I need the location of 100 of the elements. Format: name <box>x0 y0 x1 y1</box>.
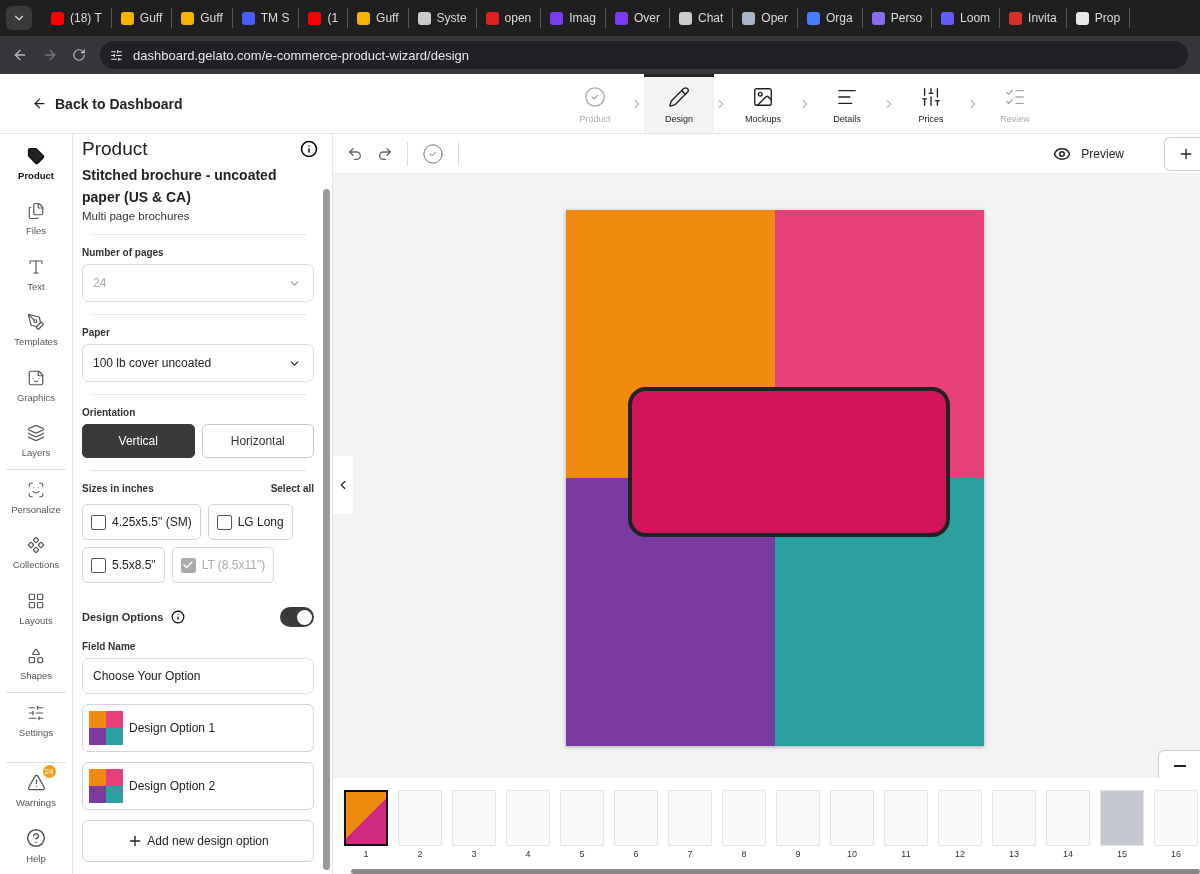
browser-tab[interactable]: Guff <box>111 8 173 28</box>
browser-tab[interactable]: (18) T <box>42 8 112 28</box>
info-icon[interactable] <box>300 140 318 158</box>
sidebar-item[interactable]: Layers <box>0 413 72 469</box>
page-thumbnail[interactable]: 1 <box>343 790 389 859</box>
diamond-grid-icon <box>27 536 45 555</box>
page-thumbnail[interactable]: 2 <box>397 790 443 859</box>
browser-tab[interactable]: TM S <box>232 8 300 28</box>
page-thumbnail[interactable]: 7 <box>667 790 713 859</box>
picture-icon <box>752 86 774 108</box>
sidebar-item[interactable]: Layouts <box>0 581 72 637</box>
page-number: 2 <box>417 849 423 859</box>
design-option-card[interactable]: Design Option 1 <box>82 704 314 752</box>
sidebar-item[interactable]: Files <box>0 191 72 247</box>
sidebar-item[interactable]: Shapes <box>0 636 72 692</box>
preview-button[interactable]: Preview <box>1047 143 1130 164</box>
page-number: 8 <box>741 849 747 859</box>
page-thumbnail[interactable]: 8 <box>721 790 767 859</box>
orientation-button[interactable]: Vertical <box>82 424 195 458</box>
page-thumbnail[interactable]: 5 <box>559 790 605 859</box>
page-number: 5 <box>579 849 585 859</box>
sidebar-item[interactable]: Templates <box>0 302 72 358</box>
thumbnail-image <box>89 711 123 745</box>
warning-icon <box>26 773 46 793</box>
field-label: Field Name <box>82 641 137 652</box>
sidebar-item[interactable]: Help <box>0 818 72 874</box>
paper-dropdown[interactable]: 100 lb cover uncoated <box>82 344 314 382</box>
redo-icon[interactable] <box>377 145 393 162</box>
wizard-step-tab[interactable]: Details <box>812 74 882 133</box>
page-number: 10 <box>847 849 857 859</box>
page-number: 7 <box>687 849 693 859</box>
sidebar-item[interactable]: Text <box>0 247 72 303</box>
page-thumbnail[interactable]: 4 <box>505 790 551 859</box>
field-label: Number of pages <box>82 247 165 258</box>
back-link[interactable]: Back to Dashboard <box>0 74 560 133</box>
add-button[interactable] <box>1164 136 1200 171</box>
sidebar-item[interactable]: Product <box>0 136 72 192</box>
page-number: 12 <box>955 849 965 859</box>
pen-tool-icon <box>27 313 45 332</box>
browser-tab[interactable]: Guff <box>172 8 233 28</box>
minus-icon <box>1173 765 1186 767</box>
browser-tab[interactable]: open <box>476 8 542 28</box>
files-icon <box>27 202 45 221</box>
thumbnail-image <box>89 769 123 803</box>
page-number: 6 <box>633 849 639 859</box>
back-icon[interactable] <box>12 47 28 63</box>
check-circle-icon[interactable] <box>422 142 444 165</box>
check-circle-icon <box>584 86 606 108</box>
add-option-button[interactable]: Add new design option <box>82 820 314 862</box>
page-thumbnail[interactable]: 15 <box>1099 790 1145 859</box>
page-thumbnail[interactable]: 9 <box>775 790 821 859</box>
layout-grid-icon <box>27 591 45 610</box>
browser-tab[interactable]: Guff <box>348 8 409 28</box>
browser-tab[interactable]: Imag <box>541 8 606 28</box>
input-field[interactable]: Choose Your Option <box>82 658 314 694</box>
design-option-card[interactable]: Design Option 2 <box>82 762 314 810</box>
wizard-step-tab[interactable]: Mockups <box>728 74 798 133</box>
orientation-button[interactable]: Horizontal <box>201 424 314 458</box>
field-label: Orientation <box>82 407 137 418</box>
forward-icon[interactable] <box>42 47 58 63</box>
size-checkbox[interactable]: 4.25x5.5" (SM) <box>82 504 201 540</box>
size-checkbox[interactable]: 5.5x8.5" <box>82 547 165 583</box>
sidebar-item[interactable]: Collections <box>0 525 72 581</box>
undo-icon[interactable] <box>347 145 363 162</box>
sidebar-item[interactable]: Settings <box>0 693 72 749</box>
page-thumbnail[interactable]: 12 <box>937 790 983 859</box>
address-bar[interactable]: dashboard.gelato.com/e-commerce-product-wizard/design <box>100 41 1188 69</box>
panel-title: Product <box>82 138 148 160</box>
browser-tab[interactable]: Prop <box>1066 8 1131 28</box>
toggle-switch[interactable] <box>280 607 314 627</box>
person-frame-icon <box>27 480 45 499</box>
browser-tab[interactable]: Loom <box>932 8 1001 28</box>
page-thumbnail[interactable]: 16 <box>1153 790 1199 859</box>
page-number: 3 <box>471 849 477 859</box>
select-all-link[interactable]: Select all <box>270 483 314 494</box>
browser-tab[interactable]: Orga <box>798 8 863 28</box>
sidebar-item[interactable]: Graphics <box>0 358 72 414</box>
page-thumbnail[interactable]: 10 <box>829 790 875 859</box>
page-thumbnail[interactable]: 14 <box>1045 790 1091 859</box>
site-settings-icon[interactable] <box>110 48 123 62</box>
tab-menu-button[interactable] <box>6 6 32 30</box>
sticker-icon <box>27 368 45 387</box>
browser-tab[interactable]: Over <box>605 8 670 28</box>
browser-tab[interactable]: (1 <box>299 8 349 28</box>
page-thumbnail[interactable]: 3 <box>451 790 497 859</box>
browser-tab[interactable]: Invita <box>1000 8 1067 28</box>
page-thumbnail[interactable]: 6 <box>613 790 659 859</box>
wizard-step-tab[interactable]: Prices <box>896 74 966 133</box>
sidebar-item[interactable]: Personalize <box>0 470 72 526</box>
reload-icon[interactable] <box>72 48 86 62</box>
browser-tab[interactable]: Chat <box>669 8 734 28</box>
page-thumbnail[interactable]: 11 <box>883 790 929 859</box>
sidebar-item[interactable]: 24 Warnings <box>0 763 72 819</box>
browser-tab[interactable]: Oper <box>733 8 798 28</box>
wizard-step-tab[interactable]: Design <box>644 74 714 133</box>
browser-tab[interactable]: Syste <box>408 8 477 28</box>
page-thumbnail[interactable]: 13 <box>991 790 1037 859</box>
page-number: 9 <box>795 849 801 859</box>
size-checkbox[interactable]: LG Long <box>207 504 293 540</box>
browser-tab[interactable]: Perso <box>862 8 933 28</box>
